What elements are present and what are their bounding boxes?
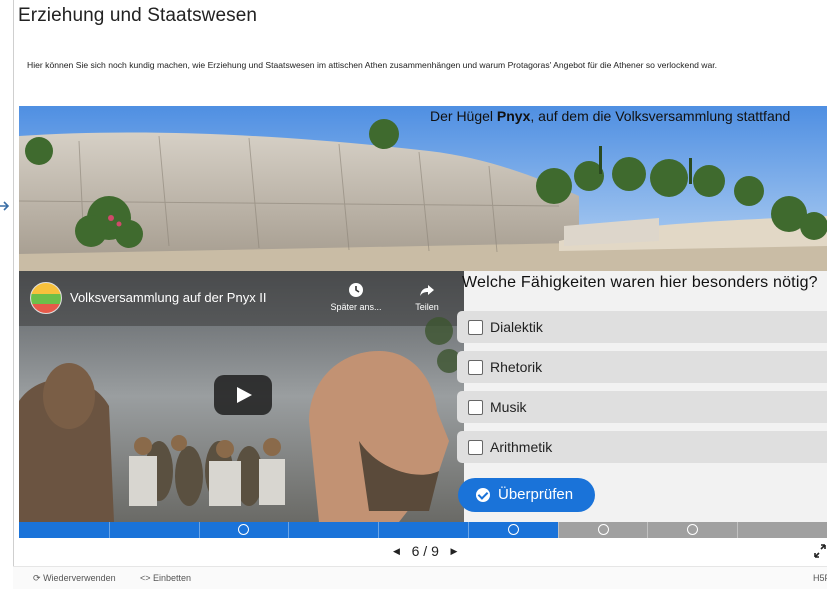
slide-stage: Der Hügel Pnyx, auf dem die Volksversamm… — [19, 106, 827, 522]
progress-segment-divider — [558, 522, 559, 538]
reuse-button[interactable]: ⟳ Wiederverwenden — [33, 573, 116, 584]
checkbox[interactable] — [468, 440, 483, 455]
play-icon[interactable] — [214, 375, 272, 415]
check-button-label: Überprüfen — [498, 486, 574, 503]
reuse-label: Wiederverwenden — [43, 573, 116, 583]
panorama-caption: Der Hügel Pnyx, auf dem die Volksversamm… — [430, 108, 791, 124]
next-arrow-icon[interactable]: ▶ — [451, 546, 458, 557]
question-text: Welche Fähigkeiten waren hier besonders … — [462, 274, 818, 291]
channel-logo-icon[interactable] — [30, 282, 62, 314]
embed-icon: <> — [140, 573, 151, 583]
progress-segment-divider — [647, 522, 648, 538]
intro-text: Hier können Sie sich noch kundig machen,… — [27, 60, 718, 70]
embed-label: Einbetten — [153, 573, 192, 583]
answer-label: Arithmetik — [490, 439, 553, 455]
reuse-icon: ⟳ — [33, 573, 41, 583]
share-label: Teilen — [415, 302, 439, 312]
slide-pager: ◀ 6 / 9 ▶ — [393, 543, 457, 559]
watch-later-button[interactable]: Später ans... — [326, 282, 386, 312]
progress-task-marker[interactable] — [238, 524, 249, 535]
progress-segment-divider — [378, 522, 379, 538]
check-circle-icon — [476, 488, 490, 502]
progress-task-marker[interactable] — [508, 524, 519, 535]
progress-segment-divider — [288, 522, 289, 538]
arrow-right-icon — [0, 201, 10, 211]
embed-button[interactable]: <> Einbetten — [140, 573, 191, 583]
answer-option-dialektik[interactable]: Dialektik — [457, 311, 827, 343]
answer-label: Musik — [490, 399, 527, 415]
prev-arrow-icon[interactable]: ◀ — [393, 546, 400, 557]
answer-option-musik[interactable]: Musik — [457, 391, 827, 423]
answer-option-rhetorik[interactable]: Rhetorik — [457, 351, 827, 383]
current-slide: 6 — [411, 543, 420, 559]
pager-separator: / — [423, 543, 428, 559]
video-title[interactable]: Volksversammlung auf der Pnyx II — [70, 290, 267, 305]
checkbox[interactable] — [468, 400, 483, 415]
answer-label: Dialektik — [490, 319, 543, 335]
check-button[interactable]: Überprüfen — [458, 478, 595, 512]
checkbox[interactable] — [468, 320, 483, 335]
answer-list: Dialektik Rhetorik Musik Arithmetik — [457, 311, 827, 471]
progress-segment-divider — [199, 522, 200, 538]
answer-option-arithmetik[interactable]: Arithmetik — [457, 431, 827, 463]
progress-task-marker[interactable] — [687, 524, 698, 535]
total-slides: 9 — [431, 543, 439, 559]
checkbox[interactable] — [468, 360, 483, 375]
slide-progress-bar[interactable] — [19, 522, 827, 538]
h5p-logo-icon[interactable]: H5P — [813, 573, 827, 583]
answer-label: Rhetorik — [490, 359, 543, 375]
clock-icon — [349, 283, 363, 297]
watch-later-label: Später ans... — [330, 302, 382, 312]
share-icon — [420, 285, 434, 296]
fullscreen-icon[interactable] — [813, 543, 827, 559]
page-title: Erziehung und Staatswesen — [18, 5, 258, 26]
progress-task-marker[interactable] — [598, 524, 609, 535]
video-player[interactable]: Volksversammlung auf der Pnyx II Später … — [19, 271, 464, 522]
progress-segment-divider — [109, 522, 110, 538]
footer-bar: ⟳ Wiederverwenden <> Einbetten H5P — [13, 566, 827, 589]
share-button[interactable]: Teilen — [397, 282, 457, 312]
progress-segment-divider — [737, 522, 738, 538]
pnyx-panorama-image: Der Hügel Pnyx, auf dem die Volksversamm… — [19, 106, 827, 271]
progress-segment-divider — [468, 522, 469, 538]
page: Erziehung und Staatswesen Hier können Si… — [0, 0, 827, 589]
